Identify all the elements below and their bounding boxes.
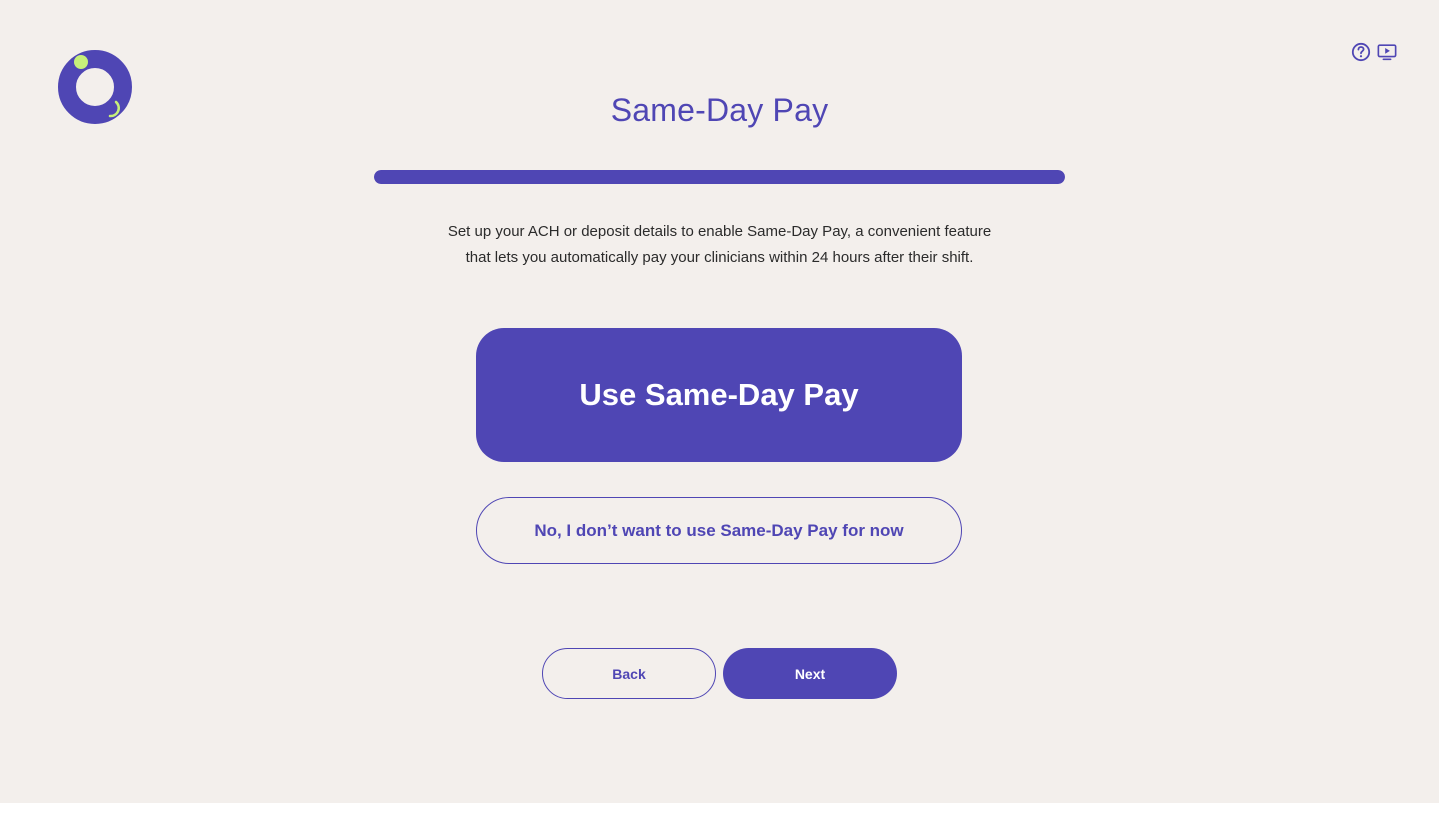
top-right-toolbar: [1351, 42, 1397, 62]
progress-bar-fill: [374, 170, 1065, 184]
page-title: Same-Day Pay: [610, 92, 829, 128]
decline-same-day-pay-button[interactable]: No, I don’t want to use Same-Day Pay for…: [476, 497, 962, 564]
play-screen-icon[interactable]: [1377, 42, 1397, 62]
question-circle-icon[interactable]: [1351, 42, 1371, 62]
back-button[interactable]: Back: [542, 648, 716, 699]
description-line-1: Set up your ACH or deposit details to en…: [447, 223, 992, 240]
description-text: Set up your ACH or deposit details to en…: [420, 219, 1019, 271]
use-same-day-pay-button[interactable]: Use Same-Day Pay: [476, 328, 962, 462]
progress-bar: [374, 170, 1065, 184]
onboarding-page: Same-Day Pay Set up your ACH or deposit …: [0, 0, 1439, 803]
description-line-2: that lets you automatically pay your cli…: [465, 249, 974, 266]
next-button[interactable]: Next: [723, 648, 897, 699]
